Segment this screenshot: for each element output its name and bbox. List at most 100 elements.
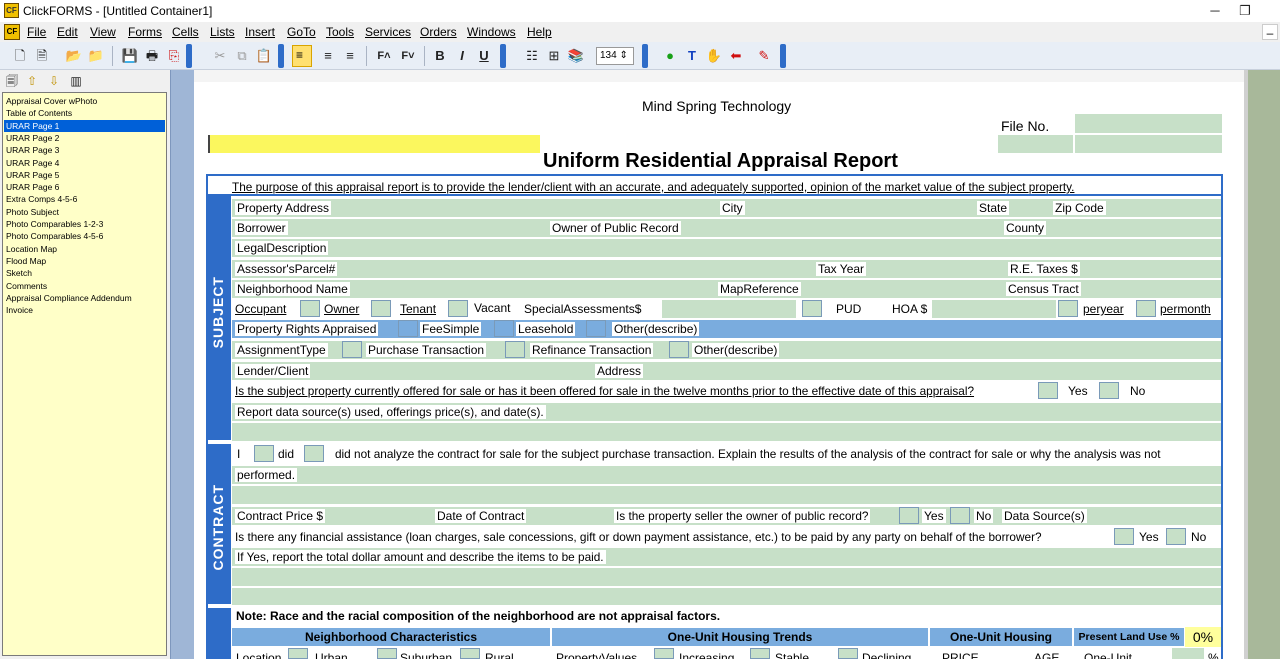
stable-checkbox[interactable] — [750, 648, 770, 659]
contract-notes-row-3[interactable] — [232, 587, 1221, 605]
per-year-checkbox[interactable] — [1058, 300, 1078, 317]
cut-icon[interactable]: ✂ — [210, 46, 230, 66]
move-up-icon[interactable]: ⇧ — [22, 71, 42, 91]
text-tool-icon[interactable]: T — [682, 46, 702, 66]
list-item[interactable]: Invoice — [4, 304, 165, 316]
title-field[interactable] — [208, 135, 540, 153]
other-assignment-checkbox[interactable] — [669, 341, 689, 358]
italic-icon[interactable]: I — [452, 46, 472, 66]
bold-icon[interactable]: B — [430, 46, 450, 66]
minimize-button[interactable]: ─ — [1200, 2, 1230, 20]
page-icon[interactable]: 🗐 — [2, 71, 22, 91]
assistance-no-checkbox[interactable] — [1166, 528, 1186, 545]
list-item[interactable]: Flood Map — [4, 255, 165, 267]
list-item[interactable]: URAR Page 5 — [4, 169, 165, 181]
if-yes-row[interactable]: If Yes, report the total dollar amount a… — [232, 547, 1221, 566]
restore-button[interactable]: ❐ — [1230, 2, 1260, 20]
green-dot-icon[interactable]: ● — [660, 46, 680, 66]
list-item[interactable]: Sketch — [4, 267, 165, 279]
list-item[interactable]: Photo Comparables 1-2-3 — [4, 218, 165, 230]
copy-icon[interactable]: ⧉ — [232, 46, 252, 66]
contract-notes-row-2[interactable] — [232, 567, 1221, 586]
new-doc-icon[interactable]: 🗋 — [10, 46, 30, 66]
performed-row[interactable]: performed. — [232, 465, 1221, 484]
declining-checkbox[interactable] — [838, 648, 858, 659]
list-item[interactable]: Photo Comparables 4-5-6 — [4, 230, 165, 242]
font-decrease-icon[interactable]: F˅ — [398, 46, 418, 66]
report-source-row[interactable]: Report data source(s) used, offerings pr… — [232, 402, 1221, 421]
new-from-template-icon[interactable]: 🗎 — [32, 46, 52, 66]
document-icon[interactable]: CF — [4, 24, 20, 40]
one-unit-field[interactable] — [1172, 648, 1204, 659]
list-item[interactable]: Location Map — [4, 243, 165, 255]
page-list-icon[interactable]: ☷ — [522, 46, 542, 66]
list-item-selected[interactable]: URAR Page 1 — [4, 119, 165, 132]
list-item[interactable]: URAR Page 3 — [4, 144, 165, 156]
refinance-checkbox[interactable] — [505, 341, 525, 358]
parcel-row[interactable]: Assessor'sParcel# Tax Year R.E. Taxes $ — [232, 259, 1221, 278]
vacant-checkbox[interactable] — [448, 300, 468, 317]
list-item[interactable]: Appraisal Cover wPhoto — [4, 95, 165, 107]
rural-checkbox[interactable] — [460, 648, 480, 659]
list-item[interactable]: URAR Page 4 — [4, 157, 165, 169]
panel-splitter[interactable] — [170, 70, 194, 659]
underline-icon[interactable]: U — [474, 46, 494, 66]
file-no-field-2[interactable] — [998, 135, 1073, 153]
list-item[interactable]: Photo Subject — [4, 206, 165, 218]
suburban-checkbox[interactable] — [377, 648, 397, 659]
grid-icon[interactable]: ⊞ — [544, 46, 564, 66]
did-not-checkbox[interactable] — [304, 445, 324, 462]
tenant-checkbox[interactable] — [371, 300, 391, 317]
contract-notes-row[interactable] — [232, 485, 1221, 504]
align-left-icon[interactable]: ≡ — [292, 45, 312, 67]
offered-no-checkbox[interactable] — [1099, 382, 1119, 399]
align-center-icon[interactable]: ≡ — [318, 46, 338, 66]
font-increase-icon[interactable]: F˄ — [374, 46, 394, 66]
other-rights-checkbox[interactable] — [586, 320, 606, 337]
menu-windows[interactable]: Windows — [467, 25, 516, 39]
list-item[interactable]: Extra Comps 4-5-6 — [4, 193, 165, 205]
list-item[interactable]: URAR Page 6 — [4, 181, 165, 193]
property-address-row[interactable]: Property Address City State Zip Code — [232, 198, 1221, 217]
menu-edit[interactable]: Edit — [57, 25, 78, 39]
menu-services[interactable]: Services — [365, 25, 411, 39]
list-item[interactable]: Appraisal Compliance Addendum — [4, 292, 165, 304]
urban-checkbox[interactable] — [288, 648, 308, 659]
paste-icon[interactable]: 📋 — [254, 46, 274, 66]
menu-cells[interactable]: Cells — [172, 25, 199, 39]
menu-orders[interactable]: Orders — [420, 25, 457, 39]
books-icon[interactable]: 📚 — [566, 46, 586, 66]
per-month-checkbox[interactable] — [1136, 300, 1156, 317]
fee-simple-checkbox[interactable] — [398, 320, 418, 337]
assistance-yes-checkbox[interactable] — [1114, 528, 1134, 545]
file-no-field-3[interactable] — [1075, 135, 1222, 153]
increasing-checkbox[interactable] — [654, 648, 674, 659]
list-item[interactable]: URAR Page 2 — [4, 132, 165, 144]
hand-icon[interactable]: ✋ — [704, 46, 724, 66]
open-folder-icon[interactable]: 📂 — [64, 46, 84, 66]
align-right-icon[interactable]: ≡ — [340, 46, 360, 66]
list-item[interactable]: Table of Contents — [4, 107, 165, 119]
pud-checkbox[interactable] — [802, 300, 822, 317]
menu-file[interactable]: File — [27, 25, 46, 39]
pencil-icon[interactable]: ✎ — [754, 46, 774, 66]
file-no-field[interactable] — [1075, 114, 1222, 133]
pdf-icon[interactable]: ⎘ — [164, 46, 184, 66]
arrow-left-icon[interactable]: ⬅ — [726, 46, 746, 66]
did-checkbox[interactable] — [254, 445, 274, 462]
open-recent-icon[interactable]: 📁 — [86, 46, 106, 66]
report-source-row-2[interactable] — [232, 422, 1221, 441]
vertical-scrollbar[interactable] — [1244, 70, 1280, 659]
list-item[interactable]: Comments — [4, 280, 165, 292]
menu-help[interactable]: Help — [527, 25, 552, 39]
leasehold-checkbox[interactable] — [494, 320, 514, 337]
seller-yes-checkbox[interactable] — [899, 507, 919, 524]
delete-page-icon[interactable]: ▥ — [66, 71, 86, 91]
menu-forms[interactable]: Forms — [128, 25, 162, 39]
owner-checkbox[interactable] — [300, 300, 320, 317]
move-down-icon[interactable]: ⇩ — [44, 71, 64, 91]
menu-view[interactable]: View — [90, 25, 116, 39]
offered-yes-checkbox[interactable] — [1038, 382, 1058, 399]
save-icon[interactable]: 💾 — [120, 46, 140, 66]
print-icon[interactable]: 🖶 — [142, 46, 162, 66]
